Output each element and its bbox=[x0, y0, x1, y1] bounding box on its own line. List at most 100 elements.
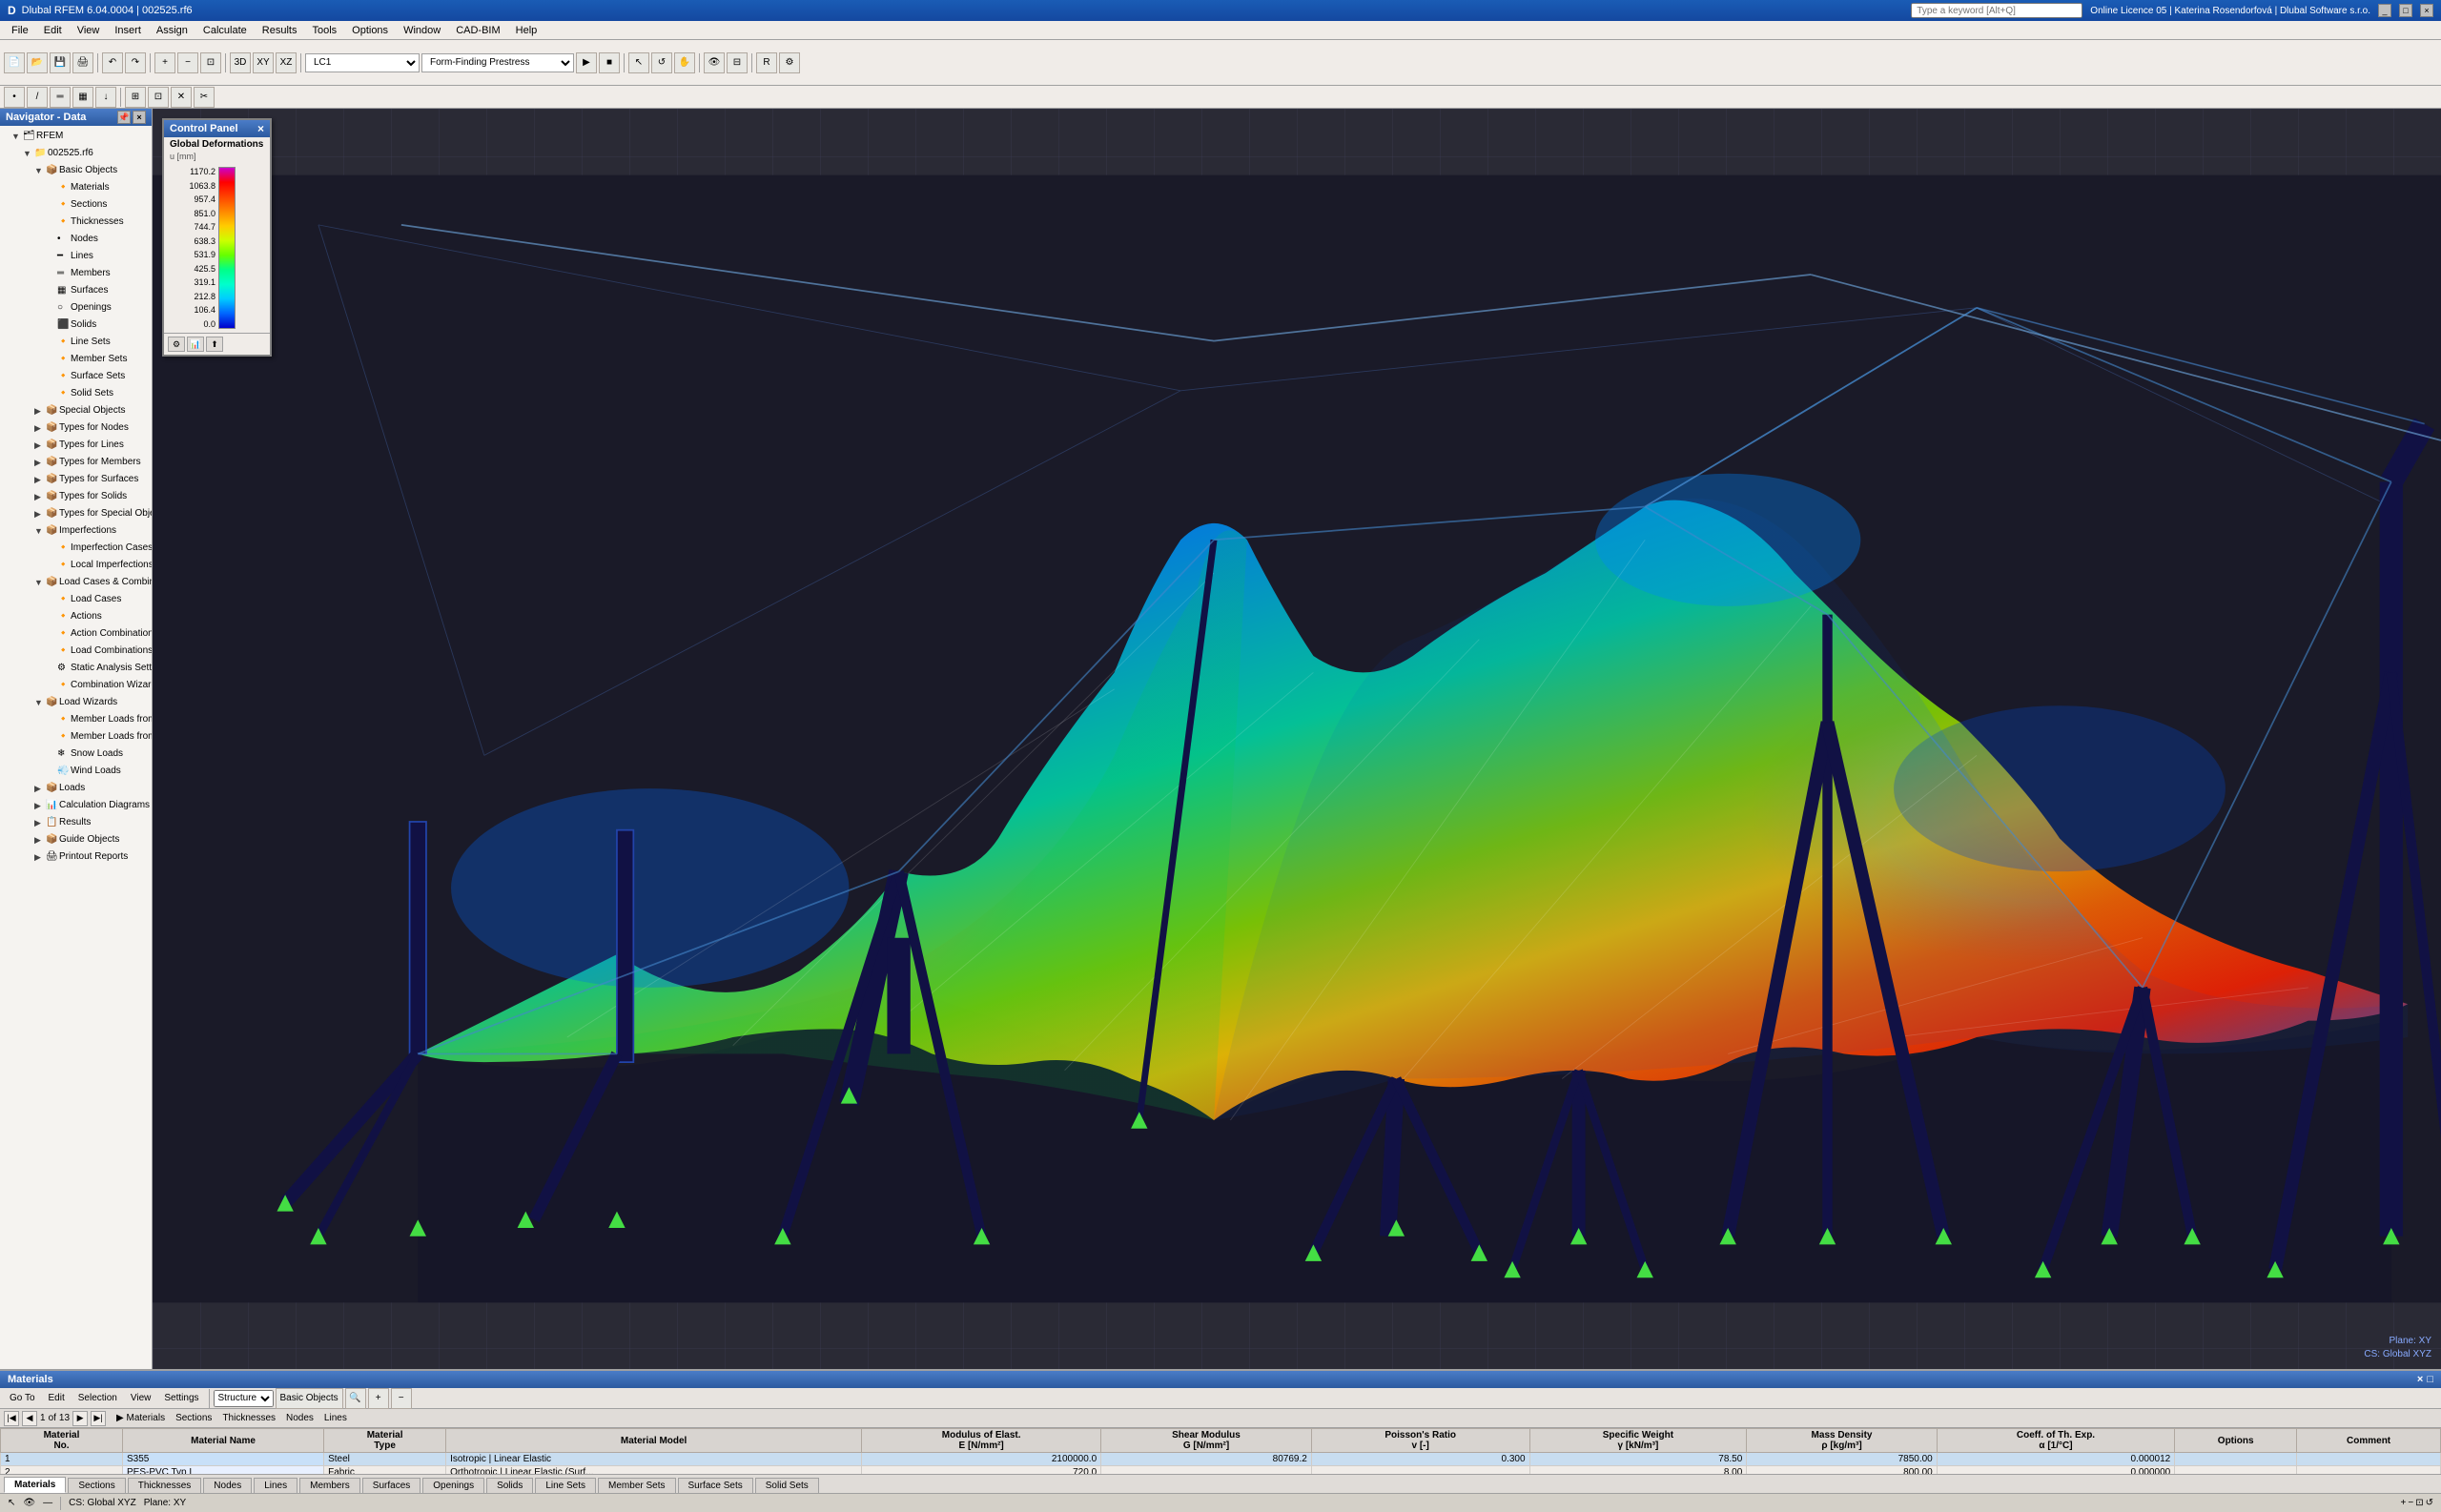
tab-line-sets[interactable]: Line Sets bbox=[535, 1478, 596, 1493]
view-3d-button[interactable]: 3D bbox=[230, 52, 251, 73]
tree-solids[interactable]: ⬛ Solids bbox=[0, 317, 152, 334]
tree-nodes[interactable]: • Nodes bbox=[0, 231, 152, 248]
tree-rfem-root[interactable]: ▼ 🗂 RFEM bbox=[0, 128, 152, 145]
add-row-btn[interactable]: + bbox=[368, 1388, 389, 1409]
run-button[interactable]: ▶ bbox=[576, 52, 597, 73]
line-tool[interactable]: / bbox=[27, 87, 48, 108]
view-xy-button[interactable]: XY bbox=[253, 52, 274, 73]
tree-basic-objects[interactable]: ▼ 📦 Basic Objects bbox=[0, 162, 152, 179]
tab-solid-sets[interactable]: Solid Sets bbox=[755, 1478, 819, 1493]
nav-close-button[interactable]: × bbox=[133, 111, 146, 124]
tree-member-sets[interactable]: 🔸 Member Sets bbox=[0, 351, 152, 368]
menu-calculate[interactable]: Calculate bbox=[195, 23, 255, 38]
tab-members[interactable]: Members bbox=[299, 1478, 360, 1493]
maximize-button[interactable]: □ bbox=[2399, 4, 2412, 17]
tree-calc-diagrams[interactable]: ▶ 📊 Calculation Diagrams bbox=[0, 797, 152, 814]
tree-sections[interactable]: 🔸 Sections bbox=[0, 196, 152, 214]
edit-button[interactable]: Edit bbox=[43, 1392, 71, 1404]
results-button[interactable]: R bbox=[756, 52, 777, 73]
menu-options[interactable]: Options bbox=[344, 23, 396, 38]
bottom-close-button[interactable]: × bbox=[2417, 1374, 2423, 1385]
tree-wind-loads[interactable]: 💨 Wind Loads bbox=[0, 763, 152, 780]
menu-window[interactable]: Window bbox=[396, 23, 448, 38]
tree-imperfections[interactable]: ▼ 📦 Imperfections bbox=[0, 522, 152, 540]
tree-load-combinations[interactable]: 🔸 Load Combinations bbox=[0, 643, 152, 660]
menu-file[interactable]: File bbox=[4, 23, 36, 38]
tab-materials[interactable]: Materials bbox=[4, 1477, 66, 1493]
status-zoom-out[interactable]: − bbox=[2408, 1498, 2413, 1508]
display-button[interactable]: 👁 bbox=[704, 52, 725, 73]
load-case-dropdown[interactable]: LC1 bbox=[305, 53, 420, 72]
view-xz-button[interactable]: XZ bbox=[276, 52, 297, 73]
print-button[interactable]: 🖨 bbox=[72, 52, 93, 73]
cp-diagram-button[interactable]: 📊 bbox=[187, 337, 204, 352]
new-button[interactable]: 📄 bbox=[4, 52, 25, 73]
goto-button[interactable]: Go To bbox=[4, 1392, 41, 1404]
undo-button[interactable]: ↶ bbox=[102, 52, 123, 73]
zoom-out-button[interactable]: − bbox=[177, 52, 198, 73]
snap-object[interactable]: ⊡ bbox=[148, 87, 169, 108]
tree-actions[interactable]: 🔸 Actions bbox=[0, 608, 152, 625]
cp-export-button[interactable]: ⬆ bbox=[206, 337, 223, 352]
zoom-in-button[interactable]: + bbox=[154, 52, 175, 73]
node-tool[interactable]: • bbox=[4, 87, 25, 108]
zoom-all-button[interactable]: ⊡ bbox=[200, 52, 221, 73]
tree-file[interactable]: ▼ 📁 002525.rf6 bbox=[0, 145, 152, 162]
filter-btn[interactable]: 🔍 bbox=[345, 1388, 366, 1409]
tree-types-nodes[interactable]: ▶ 📦 Types for Nodes bbox=[0, 419, 152, 437]
tree-surface-sets[interactable]: 🔸 Surface Sets bbox=[0, 368, 152, 385]
tree-types-members[interactable]: ▶ 📦 Types for Members bbox=[0, 454, 152, 471]
stop-button[interactable]: ■ bbox=[599, 52, 620, 73]
status-zoom-in[interactable]: + bbox=[2401, 1498, 2407, 1508]
tree-load-cases[interactable]: 🔸 Load Cases bbox=[0, 591, 152, 608]
tree-line-sets[interactable]: 🔸 Line Sets bbox=[0, 334, 152, 351]
delete-button[interactable]: ✕ bbox=[171, 87, 192, 108]
tree-members[interactable]: ═ Members bbox=[0, 265, 152, 282]
cp-header[interactable]: Control Panel × bbox=[164, 120, 270, 137]
menu-results[interactable]: Results bbox=[255, 23, 305, 38]
status-dash-icon[interactable]: — bbox=[43, 1498, 52, 1508]
menu-edit[interactable]: Edit bbox=[36, 23, 70, 38]
structure-dropdown[interactable]: Structure bbox=[214, 1390, 274, 1407]
tree-printout-reports[interactable]: ▶ 🖨 Printout Reports bbox=[0, 848, 152, 866]
load-tool[interactable]: ↓ bbox=[95, 87, 116, 108]
delete-row-btn[interactable]: − bbox=[391, 1388, 412, 1409]
status-eye-icon[interactable]: 👁 bbox=[23, 1498, 35, 1508]
close-button[interactable]: × bbox=[2420, 4, 2433, 17]
view-button[interactable]: View bbox=[125, 1392, 157, 1404]
status-rotate[interactable]: ↺ bbox=[2426, 1498, 2433, 1508]
tree-openings[interactable]: ○ Openings bbox=[0, 299, 152, 317]
tree-types-special[interactable]: ▶ 📦 Types for Special Objects bbox=[0, 505, 152, 522]
tree-thicknesses[interactable]: 🔸 Thicknesses bbox=[0, 214, 152, 231]
tree-solid-sets[interactable]: 🔸 Solid Sets bbox=[0, 385, 152, 402]
cp-close-button[interactable]: × bbox=[257, 122, 264, 135]
select-button[interactable]: ↖ bbox=[628, 52, 649, 73]
menu-view[interactable]: View bbox=[70, 23, 108, 38]
tab-nodes[interactable]: Nodes bbox=[203, 1478, 252, 1493]
tab-solids[interactable]: Solids bbox=[486, 1478, 533, 1493]
tree-lines[interactable]: ━ Lines bbox=[0, 248, 152, 265]
open-button[interactable]: 📂 bbox=[27, 52, 48, 73]
tree-types-solids[interactable]: ▶ 📦 Types for Solids bbox=[0, 488, 152, 505]
tree-action-combinations[interactable]: 🔸 Action Combinations bbox=[0, 625, 152, 643]
page-next-button[interactable]: ▶ bbox=[72, 1411, 88, 1426]
cell-name-2[interactable]: PES-PVC Typ I bbox=[122, 1466, 323, 1475]
member-tool[interactable]: ═ bbox=[50, 87, 71, 108]
menu-insert[interactable]: Insert bbox=[107, 23, 149, 38]
tab-lines[interactable]: Lines bbox=[254, 1478, 297, 1493]
settings-button[interactable]: Settings bbox=[158, 1392, 204, 1404]
result-settings-button[interactable]: ⚙ bbox=[779, 52, 800, 73]
page-prev-button[interactable]: ◀ bbox=[22, 1411, 37, 1426]
tree-combination-wizards[interactable]: 🔸 Combination Wizards bbox=[0, 677, 152, 694]
cp-settings-button[interactable]: ⚙ bbox=[168, 337, 185, 352]
tab-member-sets[interactable]: Member Sets bbox=[598, 1478, 675, 1493]
analysis-dropdown[interactable]: Form-Finding Prestress bbox=[421, 53, 574, 72]
pan-button[interactable]: ✋ bbox=[674, 52, 695, 73]
tree-load-cases-combo[interactable]: ▼ 📦 Load Cases & Combinations bbox=[0, 574, 152, 591]
cut-button[interactable]: ✂ bbox=[194, 87, 215, 108]
redo-button[interactable]: ↷ bbox=[125, 52, 146, 73]
tree-materials[interactable]: 🔸 Materials bbox=[0, 179, 152, 196]
bottom-maximize-button[interactable]: □ bbox=[2427, 1374, 2433, 1385]
menu-help[interactable]: Help bbox=[508, 23, 545, 38]
tree-results[interactable]: ▶ 📋 Results bbox=[0, 814, 152, 831]
